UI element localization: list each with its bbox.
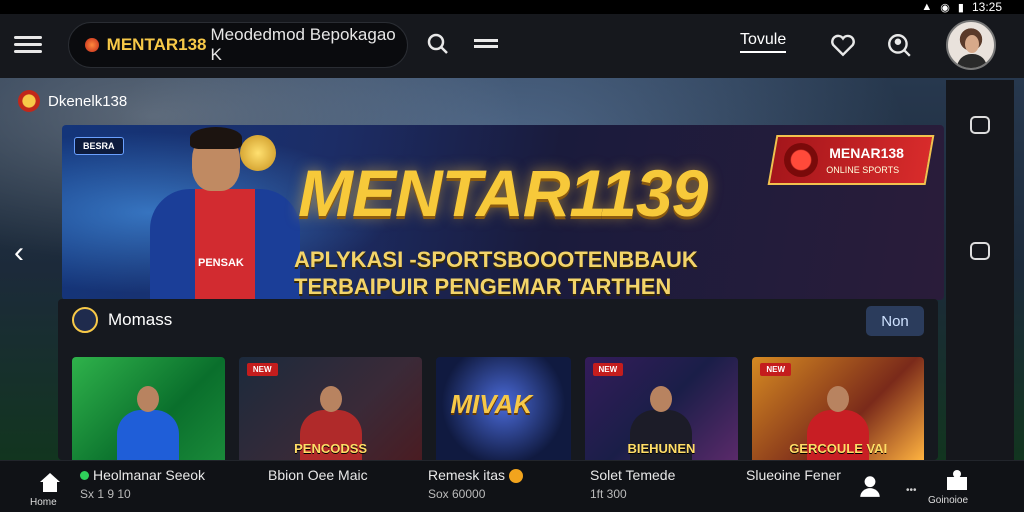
banner-subtitle-1: APLYKASI -SPORTSBOOOTENBBAUK xyxy=(294,247,698,272)
card-caption: PENCODSS xyxy=(294,441,368,456)
bottom-nav: Home Heolmanar Seeok Sx 1 9 10 Bbion Oee… xyxy=(0,460,1024,512)
search-text: Meodedmod Bepokagao K xyxy=(210,25,396,64)
site-logo-icon xyxy=(18,90,40,112)
banner-subtitle-2: TERBAIPUIR PENGEMAR TARTHEN xyxy=(294,274,672,299)
filter-icon[interactable] xyxy=(474,36,498,50)
search-brand: MENTAR138 xyxy=(106,35,207,54)
menu-button[interactable] xyxy=(14,32,42,56)
game-card-list: NEW PENCODSS MIVAK NEW BIEHUNEN NEW GERC… xyxy=(72,357,924,460)
extra-label: Goinoioe xyxy=(928,495,969,506)
nav-item-2[interactable]: Bbion Oee Maic xyxy=(268,467,368,483)
nav-item-4[interactable]: Solet Temede 1ft 300 xyxy=(590,467,675,501)
search-user-icon[interactable] xyxy=(886,32,912,58)
app-header: MENTAR138 Meodedmod Bepokagao K Tovule xyxy=(0,14,1024,78)
nav-item-5[interactable]: Slueoine Fener xyxy=(746,467,841,483)
search-icon[interactable] xyxy=(426,32,450,56)
carousel-prev-button[interactable]: ‹ xyxy=(14,236,24,270)
section-title: Momass xyxy=(108,310,173,329)
breadcrumb[interactable]: Dkenelk138 xyxy=(18,90,127,112)
brand-badge-logo-icon xyxy=(784,143,818,177)
brand-logo-icon xyxy=(85,38,99,52)
section-icon xyxy=(72,307,98,333)
card-logo: MIVAK xyxy=(450,389,533,419)
breadcrumb-label: Dkenelk138 xyxy=(48,92,128,110)
brand-badge-name: MENAR138 xyxy=(829,145,904,161)
coin-icon xyxy=(509,469,524,484)
chat-icon[interactable] xyxy=(970,116,990,134)
battery-icon: ▮ xyxy=(957,1,964,14)
header-link[interactable]: Tovule xyxy=(740,31,787,53)
home-label: Home xyxy=(30,497,57,508)
square-icon[interactable] xyxy=(970,242,990,260)
coin-icon xyxy=(240,135,276,171)
games-section: Momass Non NEW PENCODSS MIVAK NEW BIEHUN… xyxy=(58,299,938,460)
gift-icon[interactable] xyxy=(943,469,971,491)
see-more-button[interactable]: Non xyxy=(866,306,924,336)
status-bar: ▲ ◉ ▮ 13:25 xyxy=(0,0,1024,14)
player-shirt-text: PENSAK xyxy=(198,257,244,269)
game-card[interactable]: NEW BIEHUNEN xyxy=(584,357,739,460)
status-time: 13:25 xyxy=(971,0,1002,14)
heart-icon[interactable] xyxy=(830,32,856,58)
card-caption: GERCOULE VAI xyxy=(789,441,888,456)
game-card[interactable]: NEW PENCODSS xyxy=(238,357,423,460)
user-avatar[interactable] xyxy=(946,20,996,70)
brand-badge-sub: ONLINE SPORTS xyxy=(826,165,900,175)
card-tag: NEW xyxy=(592,363,624,376)
card-caption: BIEHUNEN xyxy=(627,441,696,456)
online-dot-icon xyxy=(80,471,89,480)
search-bar[interactable]: MENTAR138 Meodedmod Bepokagao K xyxy=(68,22,408,68)
signal-icon: ▲ xyxy=(921,1,933,13)
side-rail xyxy=(946,80,1014,460)
game-card[interactable]: MIVAK xyxy=(436,357,571,460)
wifi-icon: ◉ xyxy=(940,1,950,14)
banner-badge: BESRA xyxy=(74,137,124,155)
game-card[interactable]: NEW GERCOULE VAI xyxy=(752,357,924,460)
banner-title: MENTAR1139 xyxy=(298,156,708,230)
card-tag: NEW xyxy=(246,363,278,376)
user-icon[interactable] xyxy=(857,473,883,499)
nav-item-1[interactable]: Heolmanar Seeok Sx 1 9 10 xyxy=(80,467,205,501)
more-dots-icon[interactable]: ••• xyxy=(906,485,917,496)
nav-item-3[interactable]: Remesk itas Sox 60000 xyxy=(428,467,524,501)
card-tag: NEW xyxy=(760,363,792,376)
brand-badge: MENAR138 ONLINE SPORTS xyxy=(767,135,935,185)
player-image: PENSAK xyxy=(140,125,310,300)
promo-banner[interactable]: BESRA PENSAK MENTAR1139 APLYKASI -SPORTS… xyxy=(62,125,944,300)
section-header: Momass xyxy=(72,307,172,333)
home-icon[interactable] xyxy=(38,471,62,493)
game-card[interactable] xyxy=(72,357,225,460)
